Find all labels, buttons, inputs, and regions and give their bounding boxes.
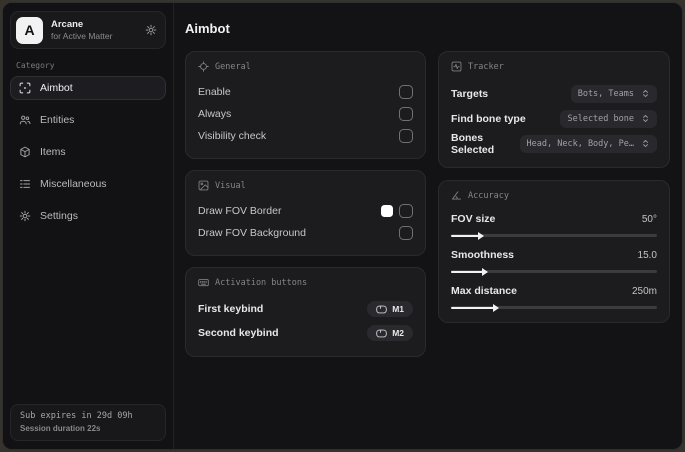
setting-row-draw-fov-background: Draw FOV Background <box>198 222 413 244</box>
setting-row-visibility-check: Visibility check <box>198 125 413 147</box>
setting-row-enable: Enable <box>198 81 413 103</box>
setting-row-bones-selected: Bones Selected Head, Neck, Body, Pe… <box>451 131 657 156</box>
setting-row-targets: Targets Bots, Teams <box>451 81 657 106</box>
find-bone-type-dropdown[interactable]: Selected bone <box>560 109 657 128</box>
list-icon <box>19 178 31 190</box>
card-title: Activation buttons <box>215 277 308 288</box>
enable-checkbox[interactable] <box>399 85 413 99</box>
card-title: Visual <box>215 180 246 191</box>
angle-icon <box>451 190 462 201</box>
max-distance-value: 250m <box>631 285 657 297</box>
mouse-icon <box>376 305 387 314</box>
visibility-check-checkbox[interactable] <box>399 129 413 143</box>
smoothness-value: 15.0 <box>637 249 657 261</box>
unfold-icon <box>641 114 650 123</box>
sidebar-item-items[interactable]: Items <box>10 140 166 164</box>
category-label: Category <box>16 61 55 70</box>
sidebar: A Arcane for Active Matter Category Aimb… <box>3 3 174 449</box>
sidebar-item-label: Entities <box>40 114 75 126</box>
fov-border-color-swatch[interactable] <box>381 205 393 217</box>
general-card: General Enable Always Visibility check <box>185 51 426 159</box>
max-distance-slider-group: Max distance 250m <box>451 282 657 312</box>
users-icon <box>19 114 31 126</box>
slider-thumb[interactable] <box>477 232 484 240</box>
slider-thumb[interactable] <box>493 304 500 312</box>
main-content: Aimbot General Enable Always Visibility … <box>174 3 682 449</box>
sub-expiry-text: Sub expires in 29d 09h <box>20 411 133 421</box>
subscription-info-card: Sub expires in 29d 09h Session duration … <box>10 404 166 441</box>
setting-row-always: Always <box>198 103 413 125</box>
second-keybind-button[interactable]: M2 <box>367 325 413 341</box>
sidebar-item-label: Settings <box>40 210 78 222</box>
fov-size-slider[interactable] <box>451 232 657 240</box>
card-title: General <box>215 61 251 72</box>
app-name: Arcane <box>51 18 84 30</box>
always-checkbox[interactable] <box>399 107 413 121</box>
sidebar-item-entities[interactable]: Entities <box>10 108 166 132</box>
sidebar-item-label: Miscellaneous <box>40 178 107 190</box>
mouse-icon <box>376 329 387 338</box>
sidebar-item-aimbot[interactable]: Aimbot <box>10 76 166 100</box>
page-title: Aimbot <box>185 21 230 36</box>
max-distance-slider[interactable] <box>451 304 657 312</box>
smoothness-slider-group: Smoothness 15.0 <box>451 246 657 276</box>
crosshair-scan-icon <box>19 82 31 94</box>
draw-fov-background-checkbox[interactable] <box>399 226 413 240</box>
first-keybind-button[interactable]: M1 <box>367 301 413 317</box>
accuracy-card: Accuracy FOV size 50° Smoothness 15.0 Ma… <box>438 180 670 323</box>
keybind-value: M2 <box>392 328 404 338</box>
cube-icon <box>19 146 31 158</box>
card-title: Accuracy <box>468 190 509 201</box>
visual-card: Visual Draw FOV Border Draw FOV Backgrou… <box>185 170 426 256</box>
app-header-card: A Arcane for Active Matter <box>10 11 166 49</box>
sidebar-item-label: Aimbot <box>40 82 73 94</box>
unfold-icon <box>641 89 650 98</box>
app-subtitle: for Active Matter <box>51 30 113 41</box>
slider-thumb[interactable] <box>481 268 488 276</box>
unfold-icon <box>641 139 650 148</box>
session-duration-text: Session duration 22s <box>20 424 101 433</box>
smoothness-slider[interactable] <box>451 268 657 276</box>
fov-size-value: 50° <box>641 213 657 225</box>
setting-row-second-keybind: Second keybind M2 <box>198 321 413 345</box>
setting-row-first-keybind: First keybind M1 <box>198 297 413 321</box>
targets-dropdown[interactable]: Bots, Teams <box>570 84 657 103</box>
sidebar-item-settings[interactable]: Settings <box>10 204 166 228</box>
activity-icon <box>451 61 462 72</box>
setting-row-find-bone-type: Find bone type Selected bone <box>451 106 657 131</box>
image-icon <box>198 180 209 191</box>
sidebar-item-label: Items <box>40 146 66 158</box>
app-logo: A <box>16 16 43 44</box>
gear-icon[interactable] <box>145 24 157 36</box>
keybind-value: M1 <box>392 304 404 314</box>
fov-size-slider-group: FOV size 50° <box>451 210 657 240</box>
gear-icon <box>19 210 31 222</box>
keyboard-icon <box>198 277 209 288</box>
category-nav: Aimbot Entities Items Miscellaneous Sett… <box>10 76 166 232</box>
tracker-card: Tracker Targets Bots, Teams Find bone ty… <box>438 51 670 168</box>
bones-selected-dropdown[interactable]: Head, Neck, Body, Pe… <box>519 134 657 153</box>
crosshair-icon <box>198 61 209 72</box>
draw-fov-border-checkbox[interactable] <box>399 204 413 218</box>
sidebar-item-miscellaneous[interactable]: Miscellaneous <box>10 172 166 196</box>
app-window: A Arcane for Active Matter Category Aimb… <box>2 2 683 450</box>
card-title: Tracker <box>468 61 504 72</box>
setting-row-draw-fov-border: Draw FOV Border <box>198 200 413 222</box>
activation-buttons-card: Activation buttons First keybind M1 Seco… <box>185 267 426 357</box>
